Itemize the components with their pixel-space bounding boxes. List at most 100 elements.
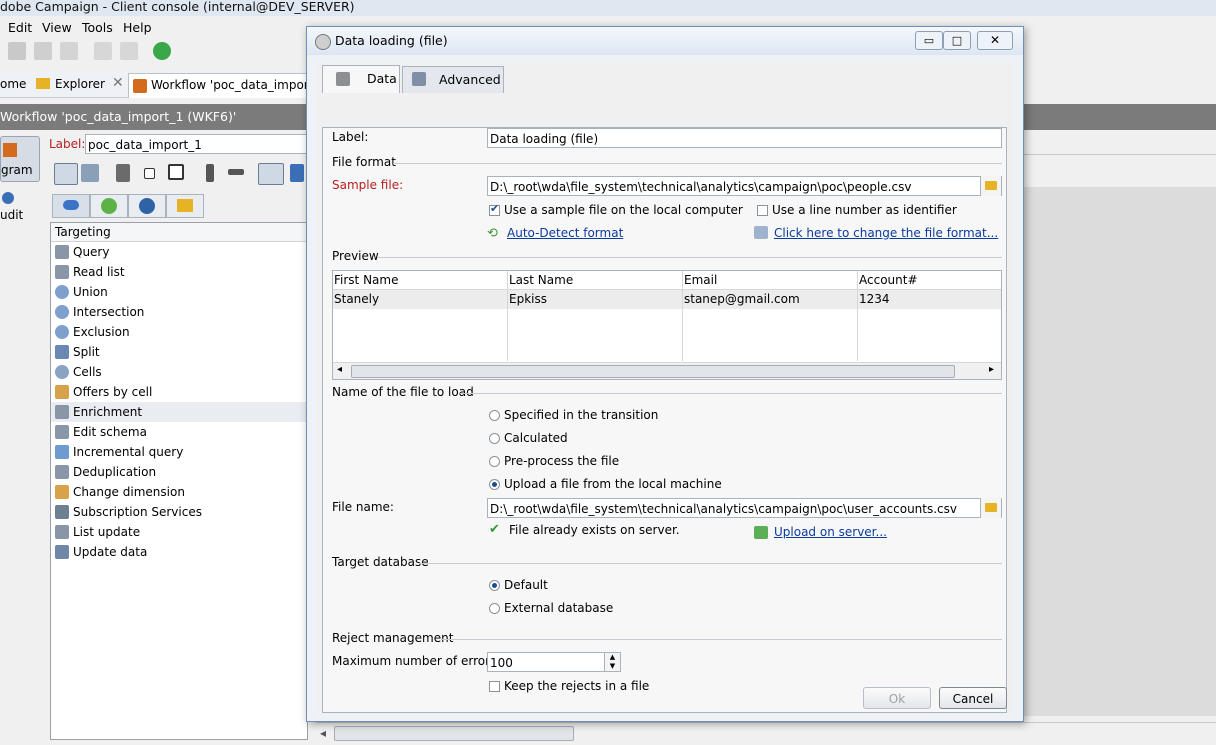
palette-item-list-update[interactable]: List update [51, 522, 307, 542]
radio-external-db[interactable] [489, 603, 500, 614]
table-row[interactable]: Stanely Epkiss stanep@gmail.com 1234 [333, 290, 1001, 309]
max-errors-stepper[interactable]: 100 ▲ ▼ [487, 652, 621, 672]
tab-advanced[interactable]: Advanced [402, 66, 504, 93]
refresh-icon[interactable] [153, 42, 171, 60]
change-format-link[interactable]: Click here to change the file format... [774, 226, 998, 240]
paste-icon[interactable] [60, 42, 78, 60]
radio-preprocess[interactable] [489, 456, 500, 467]
file-format-section: File format [332, 155, 396, 169]
zoom-fit-icon[interactable] [168, 164, 184, 180]
radio-upload-local[interactable] [489, 479, 500, 490]
tab-actions[interactable] [128, 194, 166, 218]
radio-calculated[interactable] [489, 433, 500, 444]
cut-icon[interactable] [34, 42, 52, 60]
maximize-icon[interactable]: □ [943, 31, 971, 50]
list-update-icon [55, 525, 69, 539]
undo-icon[interactable] [94, 42, 112, 60]
move-icon[interactable] [116, 164, 130, 182]
layout-icon[interactable] [54, 163, 78, 185]
palette-item-read-list[interactable]: Read list [51, 262, 307, 282]
gear-icon [139, 198, 155, 214]
keep-rejects-checkbox[interactable] [489, 681, 500, 692]
stepper-arrows-icon[interactable]: ▲ ▼ [604, 653, 620, 671]
menu-help[interactable]: Help [123, 20, 152, 35]
palette-item-offers-by-cell[interactable]: Offers by cell [51, 382, 307, 402]
palette-item-change-dimension[interactable]: Change dimension [51, 482, 307, 502]
horizontal-align-icon[interactable] [228, 169, 244, 175]
radio-preprocess-label: Pre-process the file [504, 454, 620, 468]
palette-item-query[interactable]: Query [51, 242, 307, 262]
scroll-left-icon[interactable]: ◂ [337, 364, 342, 375]
palette-item-enrichment[interactable]: Enrichment [51, 402, 307, 422]
browse-folder-icon[interactable] [980, 498, 1001, 518]
palette-item-incremental-query[interactable]: Incremental query [51, 442, 307, 462]
vertical-align-icon[interactable] [206, 164, 214, 182]
palette-header: Targeting [51, 223, 307, 242]
palette-item-split[interactable]: Split [51, 342, 307, 362]
audit-nav-button[interactable]: udit [0, 190, 40, 226]
tab-events[interactable] [166, 194, 204, 218]
cells-icon [55, 365, 69, 379]
redo-icon[interactable] [120, 42, 138, 60]
palette-item-cells[interactable]: Cells [51, 362, 307, 382]
max-errors-value: 100 [490, 656, 513, 670]
palette-item-edit-schema[interactable]: Edit schema [51, 422, 307, 442]
dialog-app-icon [315, 34, 331, 50]
palette-toolbar [50, 160, 310, 186]
targeting-icon [63, 200, 79, 210]
cell-first-name: Stanely [334, 292, 380, 306]
palette-item-subscription-services[interactable]: Subscription Services [51, 502, 307, 522]
use-sample-local-checkbox[interactable]: ✔ [489, 202, 500, 216]
palette-item-update-data[interactable]: Update data [51, 542, 307, 562]
square-icon[interactable] [144, 168, 155, 179]
dialog-title-bar: Data loading (file) ▭ □ ✕ [307, 27, 1023, 55]
cancel-button[interactable]: Cancel [939, 687, 1007, 709]
tab-targeting[interactable] [52, 194, 90, 218]
close-dialog-icon[interactable]: ✕ [977, 31, 1013, 50]
query-icon [55, 245, 69, 259]
start-icon[interactable] [258, 163, 284, 185]
tab-flow-control[interactable] [90, 194, 128, 218]
palette-item-deduplication[interactable]: Deduplication [51, 462, 307, 482]
canvas-horizontal-scrollbar[interactable]: ◂ [316, 722, 1216, 743]
file-name-input[interactable]: D:\_root\wda\file_system\technical\analy… [487, 498, 1002, 518]
sample-file-input[interactable]: D:\_root\wda\file_system\technical\analy… [487, 176, 1002, 196]
diagram-nav-button[interactable]: gram [0, 136, 40, 182]
menu-edit[interactable]: Edit [8, 20, 32, 35]
scroll-right-icon[interactable]: ▸ [989, 364, 994, 375]
radio-specified-in-transition[interactable] [489, 410, 500, 421]
reject-divider [441, 639, 1002, 640]
workflow-canvas[interactable] [1016, 186, 1216, 716]
minimize-icon[interactable]: ▭ [915, 31, 943, 50]
exclusion-icon [55, 325, 69, 339]
scroll-left-icon[interactable]: ◂ [320, 726, 326, 740]
dialog-label-input[interactable]: Data loading (file) [487, 128, 1002, 148]
palette-item-exclusion[interactable]: Exclusion [51, 322, 307, 342]
preview-scroll-thumb[interactable] [351, 365, 955, 378]
copy-icon[interactable] [8, 42, 26, 60]
tab-data[interactable]: Data [322, 65, 400, 93]
palette-item-intersection[interactable]: Intersection [51, 302, 307, 322]
tab-workflow[interactable]: Workflow 'poc_data_import_1 [128, 73, 327, 98]
tab-home[interactable]: ome [0, 77, 26, 91]
auto-detect-link[interactable]: Auto-Detect format [507, 226, 623, 240]
layout2-icon[interactable] [81, 164, 99, 182]
upload-on-server-link[interactable]: Upload on server... [774, 525, 887, 539]
radio-specified-label: Specified in the transition [504, 408, 659, 422]
edit-schema-icon [55, 425, 69, 439]
preview-horizontal-scrollbar[interactable]: ◂ ▸ [333, 362, 1001, 379]
close-icon[interactable]: ✕ [112, 75, 124, 91]
tab-explorer[interactable]: Explorer [55, 77, 105, 91]
pause-icon[interactable] [290, 164, 304, 182]
file-format-divider [393, 163, 1002, 164]
menu-tools[interactable]: Tools [82, 20, 113, 35]
radio-default-db[interactable] [489, 580, 500, 591]
update-data-icon [55, 545, 69, 559]
menu-view[interactable]: View [42, 20, 72, 35]
scroll-thumb[interactable] [334, 726, 574, 741]
ok-button[interactable]: Ok [863, 687, 931, 709]
palette-item-union[interactable]: Union [51, 282, 307, 302]
browse-folder-icon[interactable] [980, 176, 1001, 196]
radio-external-db-label: External database [504, 601, 614, 615]
use-line-number-checkbox[interactable] [757, 205, 768, 216]
